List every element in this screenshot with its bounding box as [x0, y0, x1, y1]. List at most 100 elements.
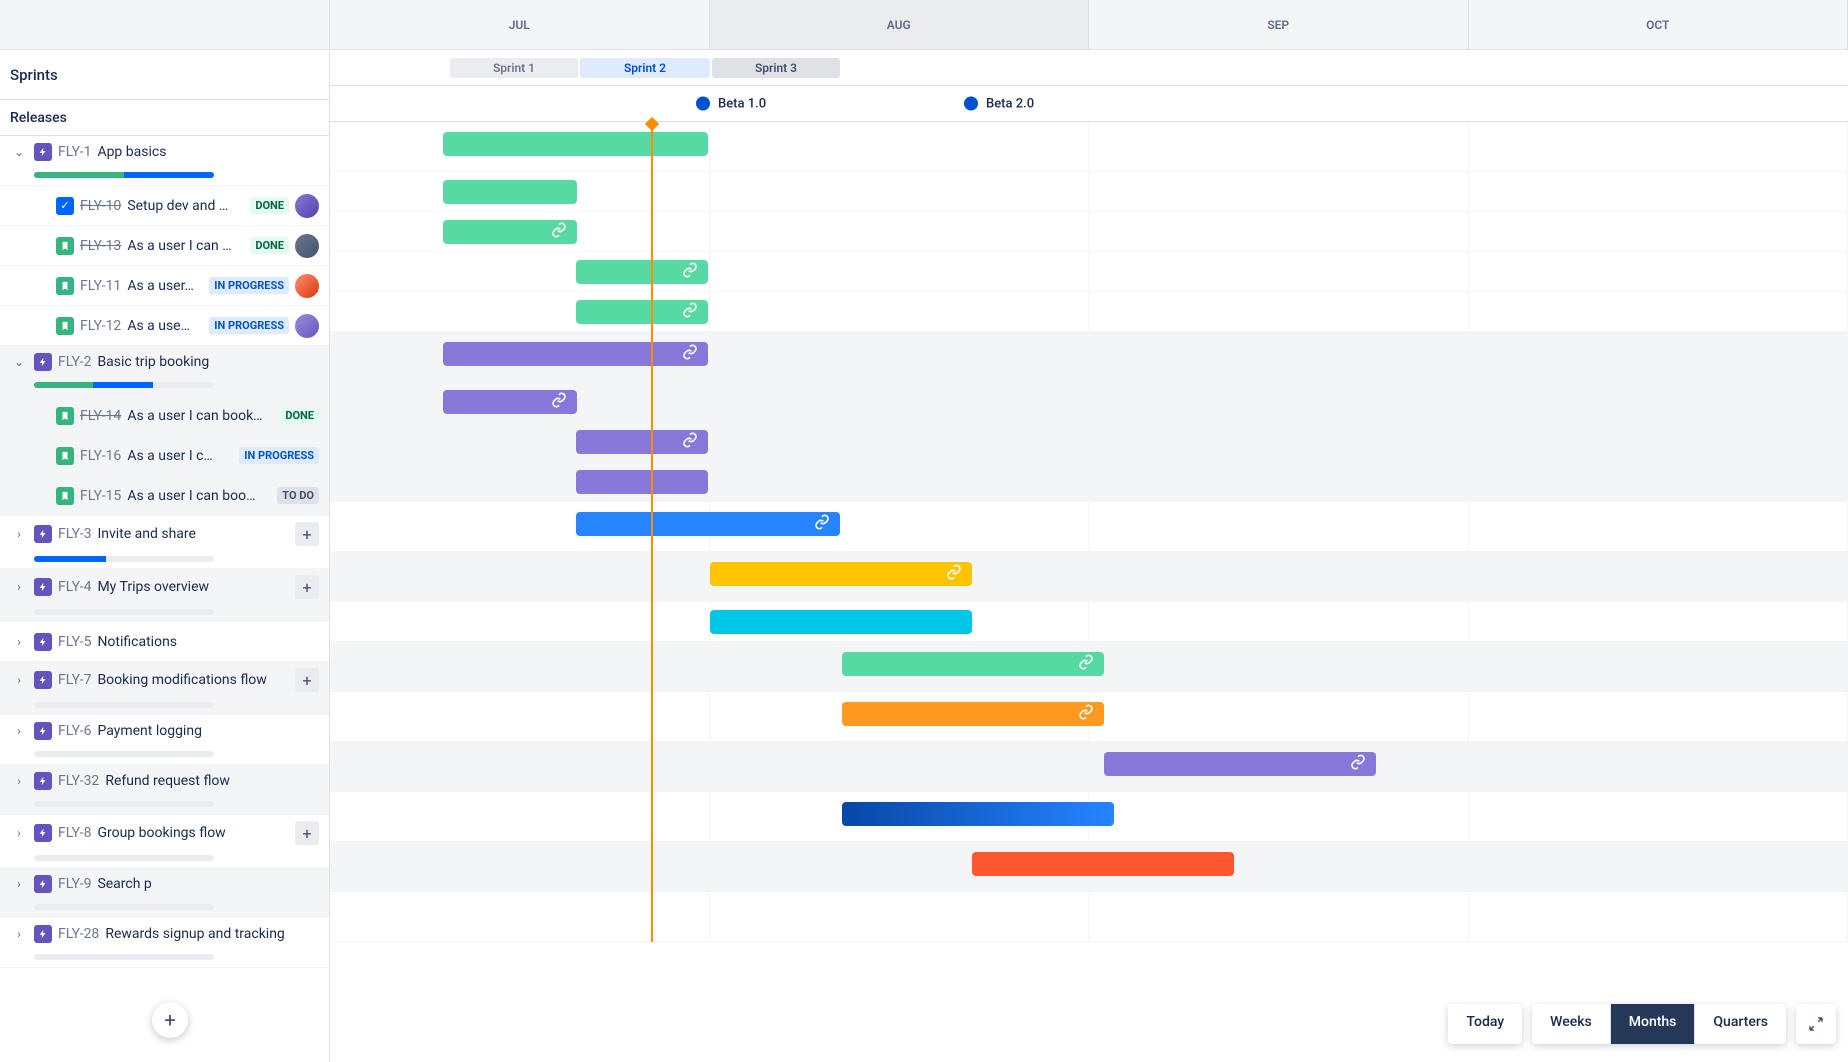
issue-title[interactable]: As a user…: [127, 278, 203, 294]
timeline-bar[interactable]: [576, 300, 708, 324]
add-child-button[interactable]: +: [295, 668, 319, 692]
timeline-bar[interactable]: [443, 132, 708, 156]
epic-row[interactable]: ⌄FLY-2Basic trip booking: [0, 346, 329, 396]
issue-key[interactable]: FLY-8: [58, 825, 91, 841]
timeline-bar[interactable]: [842, 802, 1114, 826]
epic-row[interactable]: ›FLY-9Search p: [0, 868, 329, 918]
issue-title[interactable]: Group bookings flow: [97, 825, 289, 841]
zoom-months[interactable]: Months: [1611, 1004, 1696, 1044]
timeline-bar[interactable]: [576, 470, 708, 494]
issue-title[interactable]: Booking modifications flow: [97, 672, 289, 688]
epic-row[interactable]: › FLY-3 Invite and share +: [0, 516, 329, 569]
issue-key[interactable]: FLY-28: [58, 926, 99, 942]
timeline-row[interactable]: [330, 692, 1848, 742]
issue-key[interactable]: FLY-1: [58, 144, 91, 160]
assignee-avatar[interactable]: [295, 194, 319, 218]
issue-title[interactable]: As a user I can boo…: [127, 488, 271, 504]
timeline-bar[interactable]: [443, 180, 577, 204]
timeline-bar[interactable]: [710, 562, 972, 586]
issue-key[interactable]: FLY-2: [58, 354, 91, 370]
epic-row[interactable]: ⌄FLY-1App basics: [0, 136, 329, 186]
epic-row[interactable]: ›FLY-4My Trips overview+: [0, 569, 329, 622]
timeline-bar[interactable]: [443, 220, 577, 244]
issue-key[interactable]: FLY-10: [80, 198, 121, 214]
timeline-row[interactable]: [330, 502, 1848, 552]
issue-row[interactable]: FLY-15As a user I can boo…TO DO: [0, 476, 329, 516]
timeline-row[interactable]: [330, 842, 1848, 892]
release-marker[interactable]: Beta 2.0: [964, 96, 1034, 111]
expand-chevron-icon[interactable]: ›: [10, 724, 28, 738]
issue-title[interactable]: As a user I can book…: [127, 408, 274, 424]
sprint-pill[interactable]: Sprint 3: [712, 58, 840, 78]
zoom-quarters[interactable]: Quarters: [1695, 1004, 1786, 1044]
issue-title[interactable]: My Trips overview: [97, 579, 289, 595]
expand-chevron-icon[interactable]: ›: [10, 877, 28, 891]
create-issue-fab[interactable]: +: [152, 1002, 188, 1038]
issue-key[interactable]: FLY-11: [80, 278, 121, 294]
add-child-button[interactable]: +: [295, 522, 319, 546]
release-marker[interactable]: Beta 1.0: [696, 96, 766, 111]
epic-row[interactable]: › FLY-28 Rewards signup and tracking: [0, 918, 329, 968]
assignee-avatar[interactable]: [295, 274, 319, 298]
issue-key[interactable]: FLY-15: [80, 488, 121, 504]
today-button[interactable]: Today: [1448, 1004, 1522, 1044]
add-child-button[interactable]: +: [295, 575, 319, 599]
issue-key[interactable]: FLY-5: [58, 634, 91, 650]
issue-key[interactable]: FLY-6: [58, 723, 91, 739]
zoom-weeks[interactable]: Weeks: [1532, 1004, 1611, 1044]
timeline-bar[interactable]: [443, 390, 577, 414]
timeline-row[interactable]: [330, 602, 1848, 642]
issue-row[interactable]: FLY-14As a user I can book…DONE: [0, 396, 329, 436]
issue-row[interactable]: ✓FLY-10Setup dev and …DONE: [0, 186, 329, 226]
sprint-pill[interactable]: Sprint 2: [580, 58, 710, 78]
issue-title[interactable]: Rewards signup and tracking: [105, 926, 319, 942]
expand-chevron-icon[interactable]: ›: [10, 927, 28, 941]
timeline-bar[interactable]: [1104, 752, 1376, 776]
epic-row[interactable]: ›FLY-5Notifications: [0, 622, 329, 662]
expand-chevron-icon[interactable]: ›: [10, 580, 28, 594]
timeline-bar[interactable]: [576, 430, 708, 454]
timeline-row[interactable]: [330, 642, 1848, 692]
issue-key[interactable]: FLY-3: [58, 526, 91, 542]
issue-row[interactable]: FLY-11As a user…IN PROGRESS: [0, 266, 329, 306]
timeline-row[interactable]: [330, 742, 1848, 792]
issue-key[interactable]: FLY-16: [80, 448, 121, 464]
issue-title[interactable]: App basics: [97, 144, 319, 160]
expand-chevron-icon[interactable]: ›: [10, 673, 28, 687]
issue-title[interactable]: Invite and share: [97, 526, 289, 542]
timeline-bar[interactable]: [710, 610, 972, 634]
assignee-avatar[interactable]: [295, 314, 319, 338]
timeline-row[interactable]: [330, 252, 1848, 292]
epic-row[interactable]: ›FLY-32Refund request flow: [0, 765, 329, 815]
expand-chevron-icon[interactable]: ›: [10, 774, 28, 788]
timeline-bar[interactable]: [972, 852, 1234, 876]
issue-title[interactable]: Payment logging: [97, 723, 319, 739]
timeline-bar[interactable]: [842, 702, 1104, 726]
expand-chevron-icon[interactable]: ›: [10, 527, 28, 541]
timeline-row[interactable]: [330, 212, 1848, 252]
timeline-bar[interactable]: [842, 652, 1104, 676]
timeline-row[interactable]: [330, 892, 1848, 942]
expand-chevron-icon[interactable]: ›: [10, 826, 28, 840]
timeline-row[interactable]: [330, 422, 1848, 462]
issue-row[interactable]: FLY-16As a user I c…IN PROGRESS: [0, 436, 329, 476]
issue-title[interactable]: As a user I can …: [127, 238, 244, 254]
timeline-bar[interactable]: [443, 342, 708, 366]
timeline-row[interactable]: [330, 122, 1848, 172]
issue-title[interactable]: Search p: [97, 876, 319, 892]
assignee-avatar[interactable]: [295, 234, 319, 258]
issue-title[interactable]: Basic trip booking: [97, 354, 319, 370]
timeline-row[interactable]: [330, 462, 1848, 502]
collapse-icon[interactable]: [1796, 1004, 1836, 1044]
add-child-button[interactable]: +: [295, 821, 319, 845]
timeline-row[interactable]: [330, 792, 1848, 842]
timeline-row[interactable]: [330, 292, 1848, 332]
issue-key[interactable]: FLY-12: [80, 318, 121, 334]
epic-row[interactable]: › FLY-8 Group bookings flow +: [0, 815, 329, 868]
issue-key[interactable]: FLY-32: [58, 773, 99, 789]
epic-row[interactable]: › FLY-6 Payment logging: [0, 715, 329, 765]
sprint-pill[interactable]: Sprint 1: [450, 58, 578, 78]
issue-title[interactable]: Notifications: [97, 634, 319, 650]
timeline-bar[interactable]: [576, 512, 840, 536]
issue-title[interactable]: As a user I c…: [127, 448, 233, 464]
